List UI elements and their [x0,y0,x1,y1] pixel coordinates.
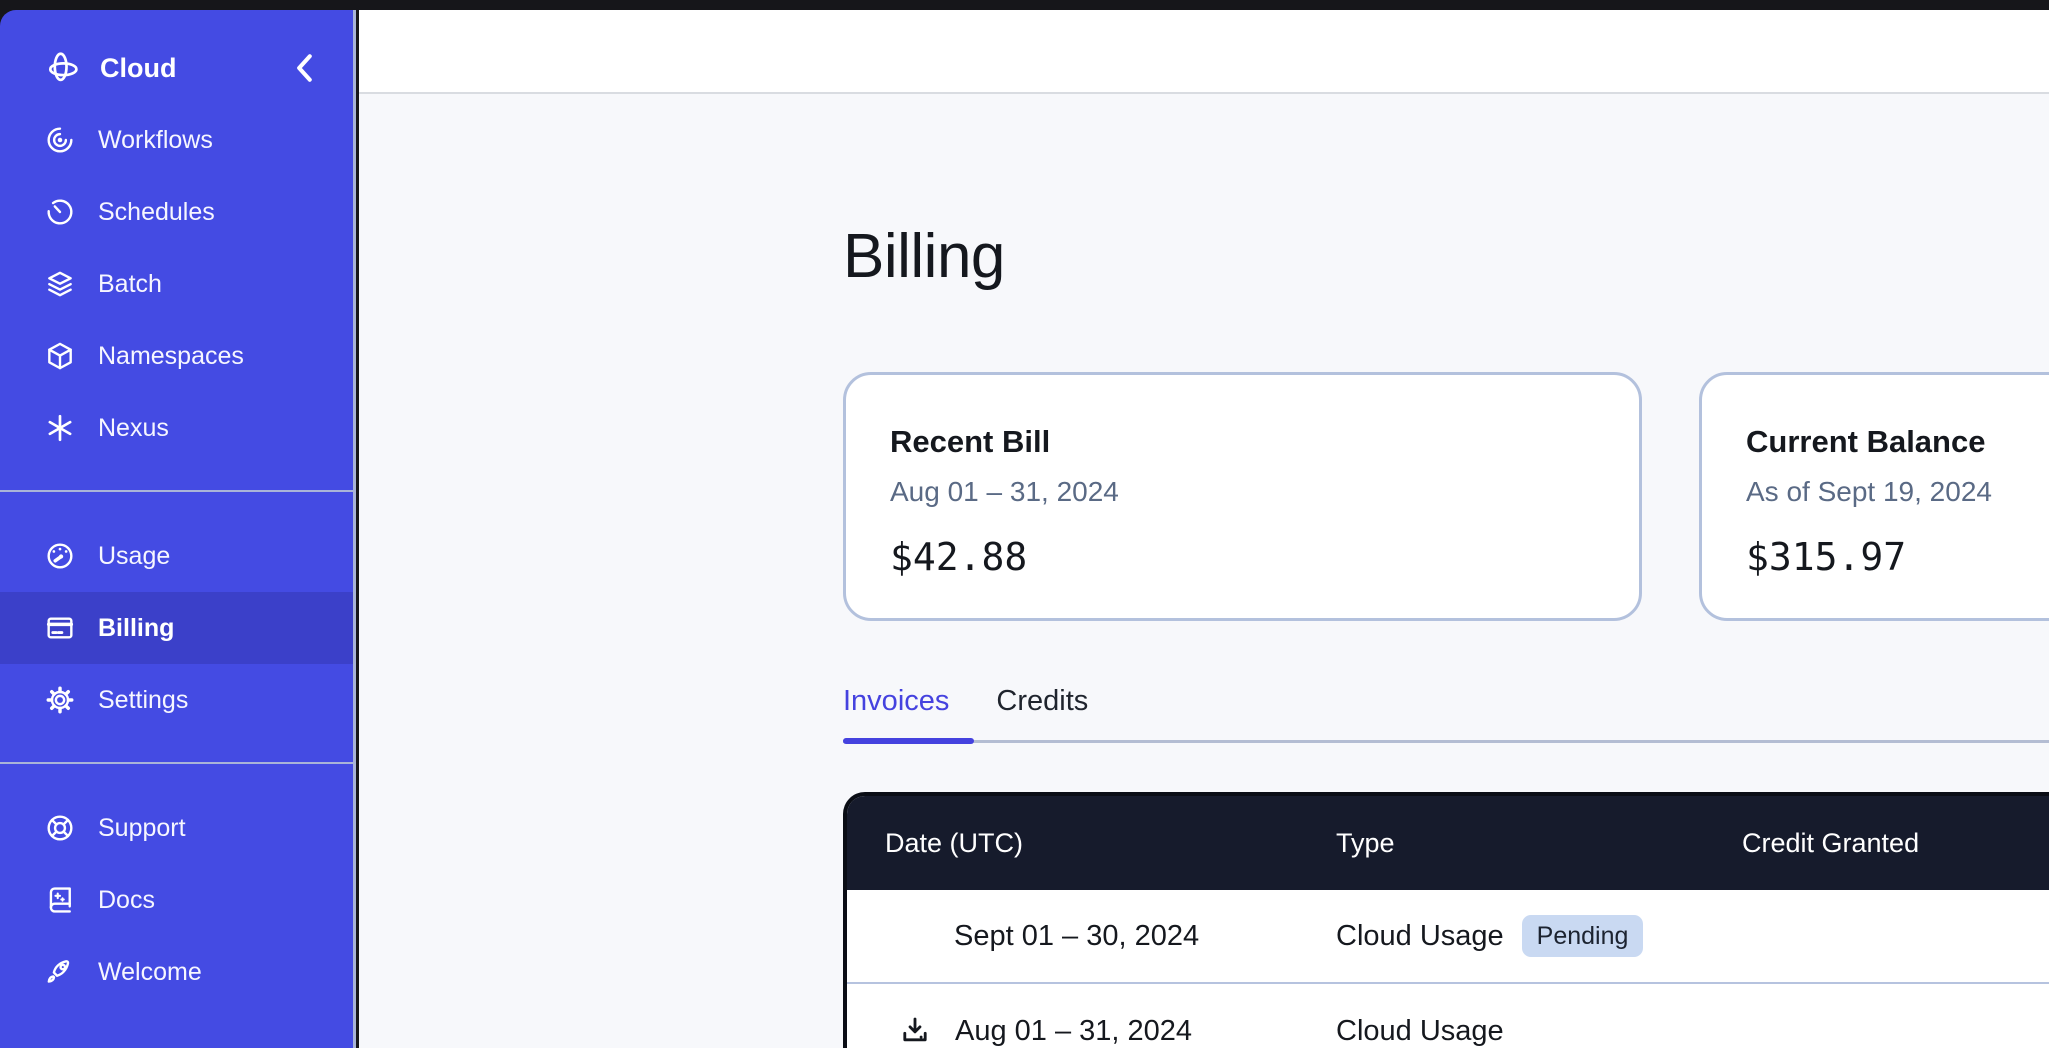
temporal-logo-icon [44,50,80,86]
invoice-date: Sept 01 – 30, 2024 [847,920,1336,953]
card-amount: $315.97 [1746,535,2049,579]
invoice-type: Cloud Usage [1336,1015,1504,1048]
page-title: Billing [843,222,1005,292]
card-subtitle: Aug 01 – 31, 2024 [890,475,1595,509]
invoice-type-cell: Cloud Usage Pending [1336,915,1742,957]
sidebar-item-schedules[interactable]: Schedules [0,176,353,248]
invoice-date: Aug 01 – 31, 2024 [955,1015,1192,1048]
tabs-baseline [843,740,2049,743]
active-tab-indicator [843,738,974,744]
sidebar-item-label: Support [98,814,186,843]
sidebar-item-support[interactable]: Support [0,792,353,864]
sidebar-item-docs[interactable]: Docs [0,864,353,936]
invoices-table: Date (UTC) Type Credit Granted Sept 01 –… [843,792,2049,1048]
sidebar-divider [0,762,353,764]
table-header-row: Date (UTC) Type Credit Granted [847,796,2049,890]
sidebar-item-label: Billing [98,614,174,643]
sidebar-item-label: Welcome [98,958,202,987]
sidebar-item-label: Nexus [98,414,169,443]
brand-label: Cloud [100,53,176,84]
column-header-credit-granted: Credit Granted [1742,828,2049,859]
billing-card-icon [44,612,76,644]
table-row: Sept 01 – 30, 2024 Cloud Usage Pending [847,890,2049,984]
sidebar-item-label: Docs [98,886,155,915]
settings-gear-icon [44,684,76,716]
sidebar-item-batch[interactable]: Batch [0,248,353,320]
top-bar [359,10,2049,94]
sidebar-item-label: Workflows [98,126,213,155]
card-subtitle: As of Sept 19, 2024 [1746,475,2049,509]
sidebar-item-welcome[interactable]: Welcome [0,936,353,1008]
app-window: Cloud Workflows S [0,0,2049,1048]
card-title: Current Balance [1746,423,2049,461]
sidebar-brand: Cloud [0,32,353,104]
sidebar-item-namespaces[interactable]: Namespaces [0,320,353,392]
sidebar-item-workflows[interactable]: Workflows [0,104,353,176]
sidebar-item-usage[interactable]: Usage [0,520,353,592]
batch-layers-icon [44,268,76,300]
recent-bill-card: Recent Bill Aug 01 – 31, 2024 $42.88 [843,372,1642,621]
card-amount: $42.88 [890,535,1595,579]
nexus-asterisk-icon [44,412,76,444]
sidebar-item-nexus[interactable]: Nexus [0,392,353,464]
workflows-icon [44,124,76,156]
sidebar-item-label: Schedules [98,198,215,227]
status-badge: Pending [1522,915,1644,957]
invoice-date-cell: Aug 01 – 31, 2024 [847,1012,1336,1048]
column-header-type: Type [1336,828,1742,859]
sidebar-item-billing[interactable]: Billing [0,592,353,664]
sidebar-divider [0,490,353,492]
usage-gauge-icon [44,540,76,572]
current-balance-card: Current Balance As of Sept 19, 2024 $315… [1699,372,2049,621]
column-header-date: Date (UTC) [847,828,1336,859]
schedules-icon [44,196,76,228]
sidebar-item-label: Settings [98,686,188,715]
download-invoice-button[interactable] [896,1012,934,1048]
sidebar: Cloud Workflows S [0,10,356,1048]
sidebar-item-label: Usage [98,542,170,571]
sidebar-item-settings[interactable]: Settings [0,664,353,736]
main-content: Billing Recent Bill Aug 01 – 31, 2024 $4… [359,94,2049,1048]
billing-tabs: Invoices Credits [843,682,1088,720]
card-title: Recent Bill [890,423,1595,461]
sidebar-item-label: Namespaces [98,342,244,371]
invoice-type: Cloud Usage [1336,920,1504,953]
invoice-type-cell: Cloud Usage [1336,1015,1742,1048]
sidebar-collapse-button[interactable] [283,46,327,90]
docs-book-icon [44,884,76,916]
namespaces-cube-icon [44,340,76,372]
table-row: Aug 01 – 31, 2024 Cloud Usage [847,984,2049,1048]
tab-credits[interactable]: Credits [996,685,1088,718]
welcome-rocket-icon [44,956,76,988]
support-lifebuoy-icon [44,812,76,844]
sidebar-item-label: Batch [98,270,162,299]
tab-invoices[interactable]: Invoices [843,685,949,718]
